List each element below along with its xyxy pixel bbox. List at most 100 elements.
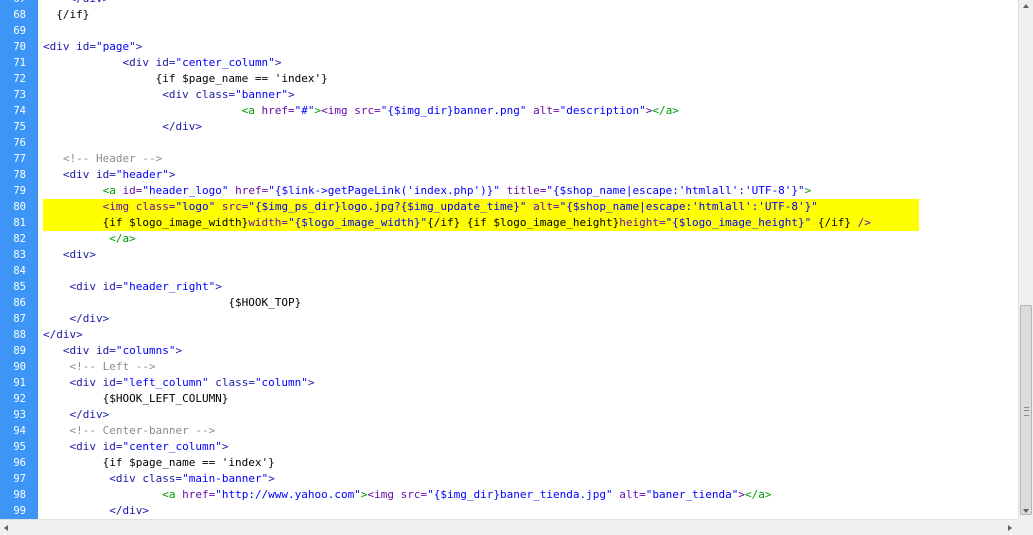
vertical-scroll-thumb[interactable] [1020, 305, 1032, 515]
code-line[interactable]: 92 {$HOOK_LEFT_COLUMN} [0, 391, 1018, 407]
code-token: "logo" [175, 200, 216, 213]
code-token: <div [43, 56, 156, 69]
code-token: id= [155, 56, 176, 69]
line-number: 73 [13, 89, 26, 101]
code-token: > [274, 56, 282, 69]
scroll-down-arrow-icon[interactable] [1023, 509, 1029, 513]
code-line[interactable]: 68 {/if} [0, 7, 1018, 23]
code-line[interactable]: 73 <div class="banner"> [0, 87, 1018, 103]
code-token: {/if} [811, 216, 858, 229]
code-token: <!-- Header --> [43, 152, 163, 165]
code-line[interactable]: 84 [0, 263, 1018, 279]
code-line[interactable]: 94 <!-- Center-banner --> [0, 423, 1018, 439]
code-token: <a [43, 104, 262, 117]
line-number: 91 [13, 377, 26, 389]
code-line[interactable]: 99 </div> [0, 503, 1018, 519]
code-token: <div [43, 280, 103, 293]
code-token: id= [95, 344, 116, 357]
code-token: > [268, 472, 275, 485]
line-number: 93 [13, 409, 26, 421]
code-token: href= [182, 488, 216, 501]
vertical-scrollbar[interactable] [1018, 0, 1033, 519]
code-line[interactable]: 77 <!-- Header --> [0, 151, 1018, 167]
code-line[interactable]: 79 <a id="header_logo" href="{$link->get… [0, 183, 1018, 199]
code-token: class= [195, 88, 236, 101]
code-line[interactable]: 88 </div> [0, 327, 1018, 343]
code-token: </a> [43, 232, 136, 245]
code-token: > [135, 40, 143, 53]
code-token: width= [248, 216, 289, 229]
code-text: {if $page_name == 'index'} [43, 71, 328, 87]
code-text: <div id="center_column"> [43, 439, 228, 455]
code-line[interactable]: 80 <img class="logo" src="{$img_ps_dir}l… [0, 199, 1018, 215]
code-line[interactable]: 72 {if $page_name == 'index'} [0, 71, 1018, 87]
code-line[interactable]: 95 <div id="center_column"> [0, 439, 1018, 455]
code-token: <img src= [321, 104, 381, 117]
code-token: "{$img_dir}banner.png" [380, 104, 527, 117]
code-token: "header" [115, 168, 169, 181]
code-line[interactable]: 91 <div id="left_column" class="column"> [0, 375, 1018, 391]
code-line[interactable]: 85 <div id="header_right"> [0, 279, 1018, 295]
code-text: <div id="header_right"> [43, 279, 221, 295]
scroll-left-arrow-icon[interactable] [4, 525, 8, 531]
line-number: 89 [13, 345, 26, 357]
code-line[interactable]: 96 {if $page_name == 'index'} [0, 455, 1018, 471]
code-text: <div id="page"> [43, 39, 142, 55]
code-text: <img class="logo" src="{$img_ps_dir}logo… [43, 199, 818, 215]
code-line[interactable]: 87 </div> [0, 311, 1018, 327]
code-line[interactable]: 93 </div> [0, 407, 1018, 423]
code-token: </div> [43, 328, 83, 341]
code-token: id= [102, 440, 123, 453]
scroll-up-arrow-icon[interactable] [1023, 4, 1029, 8]
code-token: "{$shop_name|escape:'htmlall':'UTF-8'}" [559, 200, 818, 213]
code-token: /> [857, 216, 871, 229]
code-token: <div [43, 472, 143, 485]
code-token: <div [43, 344, 96, 357]
code-token: "{$link->getPageLink('index.php')}" [268, 184, 500, 197]
code-token: {$HOOK_LEFT_COLUMN} [43, 392, 229, 405]
grip-icon [1024, 407, 1029, 416]
code-token: "banner" [235, 88, 289, 101]
code-token: > [360, 488, 368, 501]
code-token: {/if} {if $logo_image_height} [427, 216, 620, 229]
code-token: {/if} [43, 8, 90, 21]
code-line[interactable]: 76 [0, 135, 1018, 151]
code-token: "header_right" [122, 280, 216, 293]
code-line[interactable]: 97 <div class="main-banner"> [0, 471, 1018, 487]
line-number: 88 [13, 329, 26, 341]
code-line[interactable]: 69 [0, 23, 1018, 39]
line-number: 95 [13, 441, 26, 453]
code-editor[interactable]: 67 </div>68 {/if}6970<div id="page">71 <… [0, 0, 1018, 519]
code-line[interactable]: 90 <!-- Left --> [0, 359, 1018, 375]
code-text: <!-- Header --> [43, 151, 162, 167]
code-line[interactable]: 82 </a> [0, 231, 1018, 247]
line-number: 90 [13, 361, 26, 373]
code-line[interactable]: 89 <div id="columns"> [0, 343, 1018, 359]
code-text: {/if} [43, 7, 89, 23]
code-line[interactable]: 75 </div> [0, 119, 1018, 135]
code-line[interactable]: 86 {$HOOK_TOP} [0, 295, 1018, 311]
code-text: <div> [43, 247, 96, 263]
code-line[interactable]: 74 <a href="#"><img src="{$img_dir}banne… [0, 103, 1018, 119]
code-text: <a href="http://www.yahoo.com"><img src=… [43, 487, 771, 503]
code-token: height= [619, 216, 666, 229]
code-token: <img class= [43, 200, 176, 213]
code-token: > [288, 88, 295, 101]
code-token: id= [102, 376, 123, 389]
line-number: 80 [13, 201, 26, 213]
code-text: </div> [43, 119, 202, 135]
scroll-right-arrow-icon[interactable] [1008, 525, 1012, 531]
code-line[interactable]: 98 <a href="http://www.yahoo.com"><img s… [0, 487, 1018, 503]
code-token: id= [122, 184, 143, 197]
code-line[interactable]: 78 <div id="header"> [0, 167, 1018, 183]
code-line[interactable]: 83 <div> [0, 247, 1018, 263]
line-number: 77 [13, 153, 26, 165]
horizontal-scrollbar[interactable] [0, 519, 1018, 535]
code-line[interactable]: 71 <div id="center_column"> [0, 55, 1018, 71]
code-token: "baner_tienda" [645, 488, 739, 501]
code-token: {$HOOK_TOP} [43, 296, 302, 309]
code-line[interactable]: 81 {if $logo_image_width}width="{$logo_i… [0, 215, 1018, 231]
code-line[interactable]: 67 </div> [0, 0, 1018, 7]
code-token: <a [43, 184, 123, 197]
code-line[interactable]: 70 <div id="page"> [0, 39, 1018, 55]
